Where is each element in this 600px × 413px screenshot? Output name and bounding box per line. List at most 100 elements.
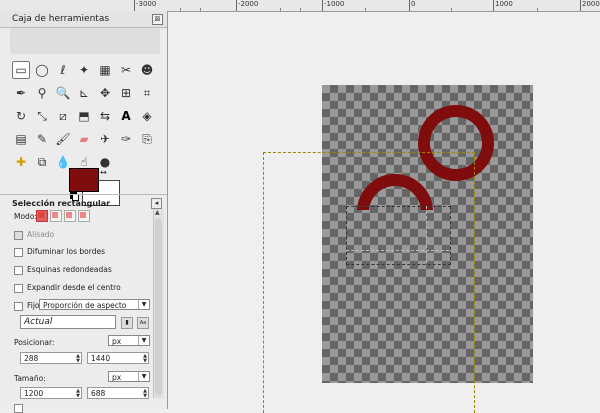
layer-boundary: [263, 152, 475, 413]
mode-replace-button[interactable]: [36, 210, 48, 222]
panel-menu-icon[interactable]: ◂: [151, 198, 162, 209]
crop-icon[interactable]: ⌗: [138, 84, 156, 102]
wilber-drop-zone[interactable]: [10, 28, 160, 54]
position-unit-value: px: [112, 337, 122, 346]
ruler-label: 0: [411, 0, 416, 8]
chevron-down-icon[interactable]: ▼: [138, 300, 149, 309]
ruler-label: -1000: [324, 0, 345, 8]
spinner-icon[interactable]: ▲ ▼: [143, 389, 147, 399]
flip-icon[interactable]: ⇆: [96, 107, 114, 125]
fixed-mode-select[interactable]: Proporción de aspecto ▼: [39, 299, 150, 310]
fixed-check[interactable]: [14, 301, 23, 311]
size-h-value: 688: [91, 389, 106, 398]
expand-label: Expandir desde el centro: [27, 283, 121, 292]
fixed-checkbox[interactable]: Fijo:: [14, 301, 42, 311]
next-option-checkbox[interactable]: [14, 403, 27, 413]
foreground-color[interactable]: [69, 168, 99, 192]
pencil-icon[interactable]: ✎: [33, 130, 51, 148]
selection-guide: [426, 206, 427, 263]
divider: [0, 194, 167, 195]
toolbox-titlebar[interactable]: Caja de herramientas ⊠: [0, 11, 167, 28]
chevron-down-icon[interactable]: ▼: [138, 372, 149, 381]
clone-icon[interactable]: ⎘: [138, 130, 156, 148]
selection-guide: [346, 250, 449, 251]
measure-icon[interactable]: ⊾: [75, 84, 93, 102]
ruler-label: -2000: [238, 0, 259, 8]
position-x-value: 288: [24, 354, 39, 363]
color-picker-icon[interactable]: ⚲: [33, 84, 51, 102]
scroll-up-icon[interactable]: ▲: [155, 209, 160, 216]
mode-add-button[interactable]: [50, 210, 62, 222]
spinner-icon[interactable]: ▲ ▼: [76, 389, 80, 399]
eraser-icon[interactable]: ▰: [75, 130, 93, 148]
scrollbar-thumb[interactable]: [155, 219, 162, 395]
bucket-fill-icon[interactable]: ◈: [138, 107, 156, 125]
toolbox-title: Caja de herramientas: [12, 14, 110, 24]
paths-icon[interactable]: ✒: [12, 84, 30, 102]
mode-label: Modo:: [14, 212, 37, 221]
ruler-tick: [134, 0, 135, 11]
fuzzy-select-icon[interactable]: ✦: [75, 61, 93, 79]
expand-check[interactable]: [14, 283, 23, 293]
magnify-icon[interactable]: 🔍: [54, 84, 72, 102]
move-icon[interactable]: ✥: [96, 84, 114, 102]
position-x-input[interactable]: 288 ▲ ▼: [20, 352, 82, 364]
rectangle-selection[interactable]: [346, 206, 451, 265]
rotate-icon[interactable]: ↻: [12, 107, 30, 125]
antialias-check[interactable]: [14, 230, 23, 240]
lasso-icon[interactable]: ℓ: [54, 61, 72, 79]
expand-center-checkbox[interactable]: Expandir desde el centro: [14, 283, 121, 293]
blend-icon[interactable]: ▤: [12, 130, 30, 148]
ruler-tick: [580, 0, 581, 11]
aspect-toggle-icon[interactable]: Aa: [137, 317, 149, 329]
feather-check[interactable]: [14, 247, 23, 257]
ruler-tick: [322, 0, 323, 11]
scale-icon[interactable]: ⤡: [33, 107, 51, 125]
ink-icon[interactable]: ✑: [117, 130, 135, 148]
size-w-input[interactable]: 1200 ▲ ▼: [20, 387, 82, 399]
tool-options-title: Selección rectangular: [12, 199, 111, 208]
chevron-down-icon[interactable]: ▼: [138, 336, 149, 345]
align-icon[interactable]: ⊞: [117, 84, 135, 102]
text-icon[interactable]: A: [117, 107, 135, 125]
spinner-icon[interactable]: ▲ ▼: [76, 354, 80, 364]
aspect-ratio-entry[interactable]: Actual: [20, 315, 116, 329]
foreground-select-icon[interactable]: ☻: [138, 61, 156, 79]
spinner-icon[interactable]: ▲ ▼: [143, 354, 147, 364]
ruler-tick: [493, 0, 494, 11]
close-icon[interactable]: ⊠: [152, 14, 163, 25]
position-y-value: 1440: [91, 354, 111, 363]
ellipse-select-icon[interactable]: ◯: [33, 61, 51, 79]
rounded-check[interactable]: [14, 265, 23, 275]
size-unit-value: px: [112, 373, 122, 382]
paintbrush-icon[interactable]: 🖌: [54, 130, 72, 148]
size-w-value: 1200: [24, 389, 44, 398]
position-y-input[interactable]: 1440 ▲ ▼: [87, 352, 149, 364]
ruler-label: 2000: [582, 0, 600, 8]
size-h-input[interactable]: 688 ▲ ▼: [87, 387, 149, 399]
ruler-tick: [409, 0, 410, 11]
ruler-tick: [236, 0, 237, 11]
airbrush-icon[interactable]: ✈: [96, 130, 114, 148]
size-unit-select[interactable]: px ▼: [108, 371, 150, 382]
ruler-label: 1000: [495, 0, 513, 8]
clear-icon[interactable]: ▮: [121, 317, 133, 329]
antialias-checkbox[interactable]: Alisado: [14, 230, 54, 240]
mode-subtract-button[interactable]: [64, 210, 76, 222]
swap-colors-icon[interactable]: ↔: [100, 168, 107, 177]
rounded-corners-checkbox[interactable]: Esquinas redondeadas: [14, 265, 112, 275]
position-unit-select[interactable]: px ▼: [108, 335, 150, 346]
scissors-icon[interactable]: ✂: [117, 61, 135, 79]
color-select-icon[interactable]: ▦: [96, 61, 114, 79]
perspective-icon[interactable]: ⬒: [75, 107, 93, 125]
rounded-label: Esquinas redondeadas: [27, 265, 112, 274]
ruler-label: -3000: [136, 0, 157, 8]
options-scrollbar[interactable]: ▲: [153, 209, 164, 398]
shear-icon[interactable]: ⧄: [54, 107, 72, 125]
position-label: Posicionar:: [14, 338, 55, 347]
mode-intersect-button[interactable]: [78, 210, 90, 222]
rect-select-icon[interactable]: ▭: [12, 61, 30, 79]
antialias-label: Alisado: [27, 230, 55, 239]
feather-checkbox[interactable]: Difuminar los bordes: [14, 247, 105, 257]
fixed-mode-value: Proporción de aspecto: [43, 301, 127, 310]
